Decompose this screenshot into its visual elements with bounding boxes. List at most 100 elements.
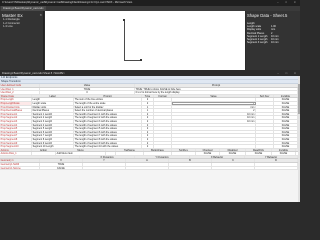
type-cell[interactable]: 2 <box>142 101 154 105</box>
prompt-cell[interactable]: Select a unit for the display <box>74 105 142 109</box>
sortkey-cell[interactable] <box>256 145 274 148</box>
row-name[interactable]: User.Row_1 <box>0 87 40 91</box>
format-cell[interactable] <box>154 134 172 137</box>
label-cell[interactable]: Segment 7 Length <box>32 134 74 137</box>
row-name[interactable]: User.Row_2 <box>0 91 40 94</box>
invisible-cell[interactable]: FALSE <box>274 109 298 112</box>
label-cell[interactable]: Segment 2 Length <box>32 116 74 119</box>
format-cell[interactable] <box>154 127 172 130</box>
prompt-cell[interactable]: The length of segment 1 with the values <box>74 112 142 116</box>
prompt-cell[interactable]: The length of the entire scale <box>74 101 142 105</box>
row-name[interactable]: Prop.Segment4 <box>0 123 32 127</box>
value-cell[interactable] <box>172 98 256 101</box>
geometry-cell[interactable] <box>169 163 212 166</box>
prompt-cell[interactable]: The length of segment 8 with the values <box>74 137 142 141</box>
end-point-handle[interactable] <box>139 58 142 61</box>
drawing-canvas[interactable] <box>45 11 245 70</box>
prompt-cell[interactable]: The length of segment 9 with the values <box>74 141 142 145</box>
type-cell[interactable]: 2 <box>142 130 154 134</box>
sortkey-cell[interactable] <box>256 116 274 119</box>
label-cell[interactable]: Length <box>32 98 74 101</box>
invisible-cell[interactable]: FALSE <box>274 127 298 130</box>
value-cell[interactable]: 1 <box>172 101 256 105</box>
geometry-cell[interactable] <box>255 166 298 170</box>
prompt-cell[interactable]: The sum of the line entries <box>74 98 142 101</box>
value-cell[interactable] <box>172 130 256 134</box>
format-cell[interactable] <box>154 130 172 134</box>
action-cell[interactable]: FALSE <box>196 152 220 155</box>
action-cell[interactable] <box>106 152 116 155</box>
format-cell[interactable] <box>154 119 172 123</box>
sortkey-cell[interactable] <box>256 119 274 123</box>
connector-horizontal-segment[interactable] <box>124 59 140 61</box>
type-cell[interactable]: 1 <box>142 105 154 109</box>
geometry-cell[interactable]: FALSE <box>40 166 83 170</box>
row-name[interactable]: Prop.LengthScale <box>0 101 32 105</box>
label-cell[interactable]: Decimal Places <box>32 109 74 112</box>
section-header-user-defined-cells[interactable]: User-defined Cells <box>0 84 40 87</box>
row-name[interactable]: Prop.Segment3 <box>0 119 32 123</box>
action-cell[interactable] <box>116 152 144 155</box>
invisible-cell[interactable]: FALSE <box>274 137 298 141</box>
row-name[interactable]: Actions.Row_1 <box>0 152 32 155</box>
geometry-cell[interactable] <box>212 163 255 166</box>
sortkey-cell[interactable] <box>256 98 274 101</box>
invisible-cell[interactable]: FALSE <box>274 123 298 127</box>
format-cell[interactable] <box>154 137 172 141</box>
value-cell[interactable]: 10 mm <box>172 112 256 116</box>
row-name[interactable]: Prop.DisplayUnits <box>0 105 32 109</box>
value-cell[interactable]: 10 mm <box>172 119 256 123</box>
label-cell[interactable]: Segment 1 Length <box>32 112 74 116</box>
row-name[interactable]: Prop.DecimalPlaces <box>0 109 32 112</box>
scrollbar-thumb[interactable] <box>297 84 300 114</box>
type-cell[interactable]: 2 <box>142 119 154 123</box>
type-cell[interactable]: 2 <box>142 145 154 148</box>
row-name[interactable]: Prop.Segment9 <box>0 141 32 145</box>
label-cell[interactable]: Segment 10 Length <box>32 145 74 148</box>
value-cell[interactable]: mm <box>172 105 256 109</box>
sortkey-cell[interactable] <box>256 134 274 137</box>
geometry-cell[interactable] <box>83 166 126 170</box>
value-cell[interactable]: 2 <box>172 109 256 112</box>
row-name[interactable]: Prop.Segment5 <box>0 127 32 130</box>
prompt-cell[interactable]: The length of segment 7 with the values <box>74 134 142 137</box>
prompt-cell[interactable]: The length of segment 4 with the values <box>74 123 142 127</box>
value-cell[interactable]: 10 mm <box>172 116 256 119</box>
value-cell[interactable] <box>172 145 256 148</box>
format-cell[interactable] <box>154 116 172 119</box>
geometry-cell[interactable] <box>83 163 126 166</box>
action-cell[interactable]: FALSE <box>272 152 296 155</box>
type-cell[interactable]: 2 <box>142 137 154 141</box>
action-cell[interactable]: FALSE <box>220 152 246 155</box>
row-name[interactable]: Prop.Segment6 <box>0 130 32 134</box>
row-name[interactable]: Geometry1.NoLine <box>0 166 40 170</box>
row-name[interactable]: Prop.Segment1 <box>0 112 32 116</box>
action-cell[interactable]: FALSE <box>246 152 272 155</box>
close-icon[interactable]: ✕ <box>39 13 42 17</box>
sortkey-cell[interactable] <box>256 137 274 141</box>
prompt-cell[interactable]: The length of segment 6 with the values <box>74 130 142 134</box>
value-cell[interactable] <box>172 134 256 137</box>
prompt-cell[interactable]: The length of segment 2 with the values <box>74 116 142 119</box>
geometry-cell[interactable] <box>126 166 169 170</box>
action-cell[interactable] <box>32 152 56 155</box>
type-cell[interactable]: 2 <box>142 141 154 145</box>
format-cell[interactable] <box>154 141 172 145</box>
format-cell[interactable] <box>154 109 172 112</box>
invisible-cell[interactable]: FALSE <box>274 119 298 123</box>
value-cell[interactable] <box>172 127 256 130</box>
invisible-cell[interactable]: FALSE <box>274 134 298 137</box>
action-cell[interactable] <box>144 152 172 155</box>
geometry-cell[interactable] <box>255 163 298 166</box>
type-cell[interactable]: 2 <box>142 127 154 130</box>
sortkey-cell[interactable] <box>256 105 274 109</box>
prompt-cell[interactable]: 0 to 2 to format here by the length disp… <box>135 91 298 94</box>
action-cell[interactable]: Add Menu Item <box>56 152 106 155</box>
row-name[interactable]: Prop.Length <box>0 98 32 101</box>
sortkey-cell[interactable] <box>256 123 274 127</box>
row-name[interactable]: Prop.Segment10 <box>0 145 32 148</box>
format-cell[interactable] <box>154 145 172 148</box>
type-cell[interactable]: 2 <box>142 112 154 116</box>
invisible-cell[interactable]: FALSE <box>274 145 298 148</box>
type-cell[interactable]: 2 <box>142 123 154 127</box>
